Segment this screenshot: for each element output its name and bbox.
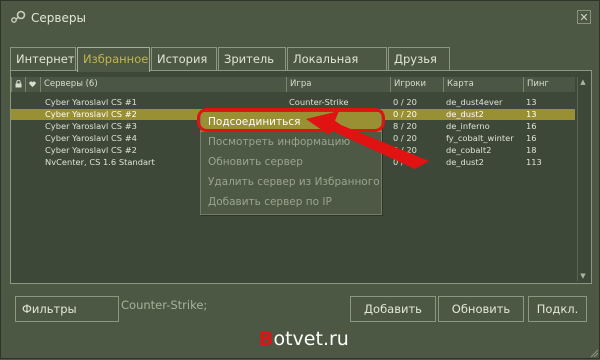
servers-window: Серверы ✕ Интернет Избранное История Зри… bbox=[0, 0, 600, 359]
connect-button[interactable]: Подкл. bbox=[528, 296, 587, 322]
refresh-button[interactable]: Обновить bbox=[438, 296, 524, 322]
watermark-initial: B bbox=[259, 328, 274, 350]
resize-grip-icon[interactable] bbox=[589, 348, 599, 358]
tab-favorites[interactable]: Избранное bbox=[77, 47, 150, 72]
watermark: Botvet.ru bbox=[259, 328, 349, 350]
add-server-button[interactable]: Добавить bbox=[350, 296, 436, 322]
watermark-rest: otvet.ru bbox=[273, 328, 349, 350]
filters-button[interactable]: Фильтры bbox=[15, 296, 119, 322]
filter-summary: Counter-Strike; bbox=[121, 298, 208, 312]
